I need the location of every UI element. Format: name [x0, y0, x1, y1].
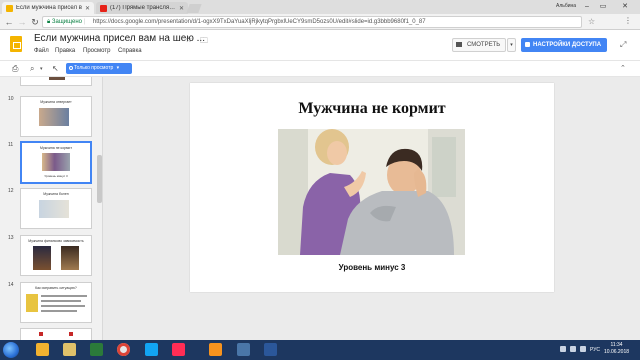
print-icon[interactable]: ⎙ — [12, 64, 18, 74]
present-label: СМОТРЕТЬ — [467, 42, 501, 48]
slide-thumbnail[interactable] — [20, 328, 92, 340]
present-icon — [456, 42, 462, 47]
filmstrip-scrollbar[interactable] — [97, 155, 102, 203]
file-explorer-icon[interactable] — [63, 343, 76, 356]
select-cursor-icon[interactable]: ↖ — [52, 64, 59, 73]
close-window-icon[interactable]: ✕ — [612, 1, 638, 12]
excel-icon[interactable] — [90, 343, 103, 356]
secure-label: Защищено — [51, 19, 82, 25]
reload-icon[interactable]: ↻ — [30, 17, 40, 27]
lock-icon — [525, 42, 530, 47]
bookmark-star-icon[interactable]: ☆ — [588, 17, 595, 26]
menu-help[interactable]: Справка — [118, 48, 142, 54]
tab-slides[interactable]: Если мужчина присел в ✕ — [2, 2, 94, 14]
menu-file[interactable]: Файл — [34, 48, 49, 54]
slide-number: 10 — [8, 96, 14, 102]
profile-name[interactable]: Альбина — [556, 3, 576, 9]
back-icon[interactable]: ← — [4, 17, 14, 27]
share-label: НАСТРОЙКИ ДОСТУПА — [533, 42, 602, 48]
thumb-title: Как исправить ситуацию? — [35, 286, 77, 290]
slide-thumbnail[interactable]: Мужчина болен — [20, 188, 92, 229]
close-tab-icon[interactable]: ✕ — [85, 5, 90, 12]
slide-number: 11 — [8, 142, 14, 148]
folder-icon[interactable]: 🗀 — [200, 35, 208, 49]
chrome-icon[interactable] — [117, 343, 130, 356]
thumb-title: Мужчина болен — [43, 192, 69, 196]
eye-icon — [69, 66, 73, 70]
tray-arrow-icon[interactable] — [560, 346, 566, 352]
clock[interactable]: 11:34 10.06.2018 — [604, 342, 629, 356]
zoom-icon[interactable]: ⌕ — [30, 64, 34, 74]
slide-title: Мужчина не кормит — [298, 100, 446, 117]
vk-icon[interactable] — [237, 343, 250, 356]
clock-date: 10.06.2018 — [604, 349, 630, 355]
slide-thumbnail-selected[interactable]: Мужчина не кормит Уровень минус 3 — [20, 141, 92, 184]
youtube-favicon-icon — [100, 4, 107, 12]
slide-number: 13 — [8, 235, 14, 241]
language-indicator[interactable]: РУС — [590, 347, 600, 353]
forward-icon[interactable]: → — [17, 17, 27, 27]
maximize-icon[interactable]: ▭ — [596, 1, 610, 12]
word-icon[interactable] — [264, 343, 277, 356]
chevron-down-icon: ▾ — [116, 65, 120, 71]
slides-favicon-icon — [6, 4, 13, 12]
odnoklassniki-icon[interactable] — [209, 343, 222, 356]
zoom-dropdown-icon[interactable]: ▾ — [40, 66, 43, 72]
address-field[interactable]: 🔒︎ Защищено | https://docs.google.com/pr… — [42, 16, 582, 28]
skype-icon[interactable] — [145, 343, 158, 356]
url-text: https://docs.google.com/presentation/d/1… — [92, 19, 426, 25]
slide-number: 12 — [8, 188, 14, 194]
share-button[interactable]: НАСТРОЙКИ ДОСТУПА — [521, 38, 607, 52]
document-title[interactable]: Если мужчина присел вам на шею ... — [34, 33, 205, 44]
thumb-caption: Уровень минус 3 — [44, 174, 68, 178]
present-dropdown-button[interactable]: ▾ — [507, 38, 516, 52]
clock-time: 11:34 — [610, 342, 623, 348]
view-only-button[interactable]: Только просмотр ▾ — [66, 63, 132, 74]
slide-photo — [278, 129, 465, 255]
thumb-title: Мужчина не кормит — [40, 146, 72, 150]
slide-caption: Уровень минус 3 — [338, 263, 406, 272]
google-slides-logo-icon[interactable] — [10, 36, 22, 52]
slide-thumbnail[interactable]: Как исправить ситуацию? — [20, 282, 92, 323]
slide-thumbnail[interactable] — [20, 77, 92, 86]
tab-label: (17) Прямые трансляции — [110, 5, 176, 11]
network-icon[interactable] — [570, 346, 576, 352]
media-app-icon[interactable] — [172, 343, 185, 356]
close-tab-icon[interactable]: ✕ — [179, 5, 184, 12]
ie-icon[interactable] — [36, 343, 49, 356]
menu-view[interactable]: Просмотр — [83, 48, 110, 54]
slide-number: 14 — [8, 282, 14, 288]
tab-youtube[interactable]: (17) Прямые трансляции ✕ — [96, 2, 188, 14]
start-button-icon[interactable] — [3, 342, 19, 358]
volume-icon[interactable] — [580, 346, 586, 352]
minimize-icon[interactable]: – — [580, 1, 594, 12]
menu-edit[interactable]: Правка — [55, 48, 75, 54]
thumb-title: Мужчина отвергает — [40, 100, 72, 104]
view-only-label: Только просмотр — [74, 65, 114, 71]
filmstrip[interactable]: 10 Мужчина отвергает 11 Мужчина не корми… — [0, 77, 103, 340]
slide-thumbnail[interactable]: Мужчина отвергает — [20, 96, 92, 137]
star-icon[interactable]: ☆ — [185, 35, 192, 44]
collapse-icon[interactable]: ⌃ — [620, 64, 626, 72]
expand-icon[interactable]: ⤢ — [620, 40, 626, 50]
lock-secure-icon: 🔒︎ — [47, 19, 51, 25]
slide-thumbnail[interactable]: Мужчина финансово зависимость — [20, 235, 92, 276]
tab-label: Если мужчина присел в — [16, 5, 82, 11]
browser-menu-icon[interactable]: ⋮ — [624, 16, 632, 25]
thumb-title: Мужчина финансово зависимость — [28, 239, 84, 243]
